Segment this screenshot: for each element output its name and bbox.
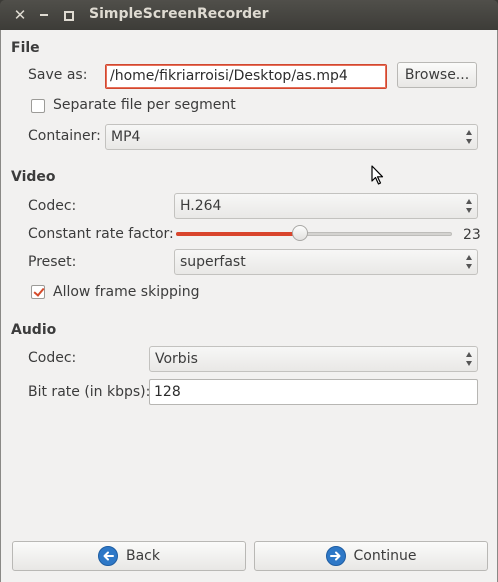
crf-slider-handle[interactable] [292, 225, 309, 241]
preset-label: Preset: [28, 254, 77, 270]
spin-arrows-icon [465, 352, 473, 366]
audio-codec-value: Vorbis [155, 351, 198, 367]
separate-file-checkbox[interactable] [31, 99, 45, 113]
audio-codec-select[interactable]: Vorbis [149, 346, 478, 372]
crf-slider-fill [176, 232, 301, 236]
back-button[interactable]: Back [12, 541, 246, 571]
bitrate-input[interactable]: 128 [149, 379, 478, 405]
continue-button[interactable]: Continue [254, 541, 488, 571]
save-as-input[interactable]: /home/fikriarroisi/Desktop/as.mp4 [105, 64, 387, 89]
separate-file-label: Separate file per segment [53, 97, 236, 113]
container-select[interactable]: MP4 [105, 124, 478, 150]
crf-label: Constant rate factor: [28, 226, 174, 242]
spin-arrows-icon [465, 130, 473, 144]
container-select-value: MP4 [111, 129, 141, 145]
video-codec-select[interactable]: H.264 [174, 193, 478, 219]
audio-section-title: Audio [11, 322, 57, 338]
container-label: Container: [28, 128, 101, 144]
video-section-title: Video [11, 169, 56, 185]
window-title: SimpleScreenRecorder [89, 6, 269, 22]
window-minimize-icon[interactable] [35, 6, 53, 24]
bitrate-label: Bit rate (in kbps): [28, 384, 151, 400]
preset-value: superfast [180, 254, 246, 270]
window-close-icon[interactable]: ✕ [11, 6, 29, 24]
main-content: File Save as: /home/fikriarroisi/Desktop… [0, 30, 498, 582]
mouse-pointer-icon [371, 165, 384, 185]
preset-select[interactable]: superfast [174, 249, 478, 275]
save-as-label: Save as: [28, 67, 88, 83]
window-maximize-icon[interactable] [59, 6, 77, 24]
window-titlebar[interactable]: ✕ SimpleScreenRecorder [0, 0, 498, 30]
spin-arrows-icon [465, 199, 473, 213]
video-codec-label: Codec: [28, 198, 77, 214]
arrow-left-icon [98, 546, 118, 566]
continue-button-label: Continue [353, 548, 417, 564]
video-codec-value: H.264 [180, 198, 222, 214]
back-button-label: Back [126, 548, 160, 564]
file-section-title: File [11, 40, 40, 56]
audio-codec-label: Codec: [28, 350, 77, 366]
crf-value: 23 [463, 227, 481, 243]
arrow-right-icon [325, 546, 346, 566]
frame-skip-label: Allow frame skipping [53, 284, 200, 300]
spin-arrows-icon [465, 255, 473, 269]
frame-skip-checkbox[interactable] [31, 285, 45, 299]
browse-button[interactable]: Browse... [397, 62, 477, 88]
